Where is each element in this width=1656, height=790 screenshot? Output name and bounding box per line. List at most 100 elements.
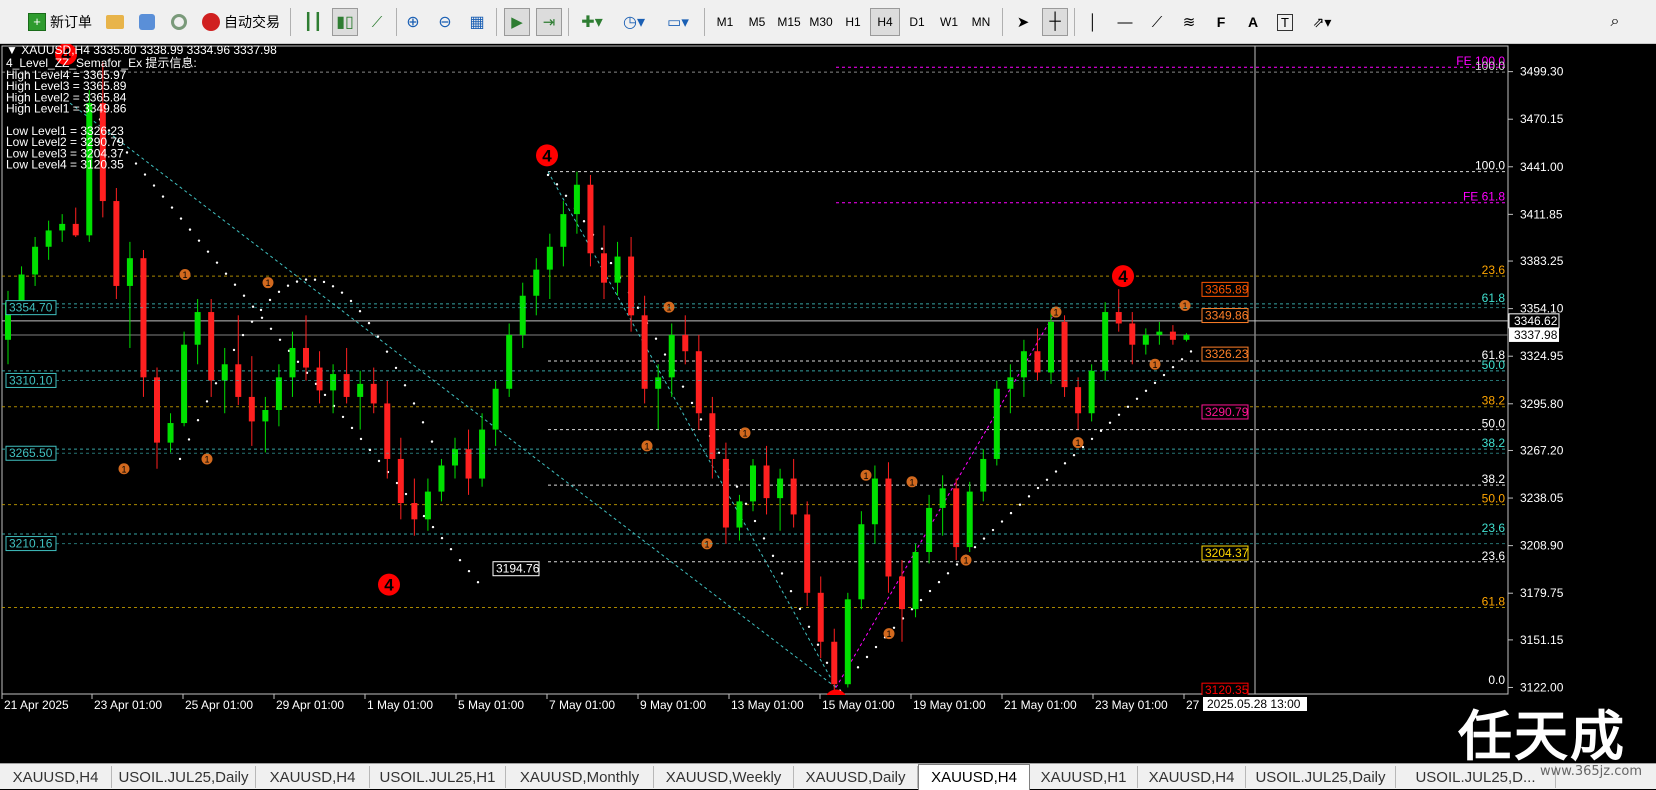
zoom-out-button[interactable]: ⊖ [432, 8, 458, 36]
auto-scroll-button[interactable]: ▶ [504, 8, 530, 36]
trail-dot [1063, 462, 1067, 465]
price-chart[interactable]: 1111111111111111444443499.303470.153441.… [0, 44, 1656, 763]
timeframe-d1[interactable]: D1 [902, 8, 932, 36]
candle-body [181, 344, 188, 424]
candle-body [899, 576, 905, 610]
trail-dot [874, 645, 878, 649]
channel-button[interactable]: ≋ [1176, 8, 1202, 36]
semafor-level1-label: 1 [1152, 360, 1157, 370]
fibonacci-button[interactable]: F [1208, 8, 1234, 36]
trail-dot [467, 569, 471, 573]
tab-5[interactable]: XAUUSD,Weekly [654, 766, 794, 788]
indicator-line: Low Level4 = 3120.35 [6, 158, 124, 172]
trail-dot [1027, 495, 1031, 498]
candle-body [763, 465, 770, 499]
horizontal-line-button[interactable]: — [1112, 8, 1138, 36]
trail-dot [196, 419, 200, 422]
timeframe-w1[interactable]: W1 [934, 8, 964, 36]
main-toolbar: + 新订单 自动交易 ┃┃ ▮▯ ⟋ ⊕ ⊖ ▦ ▶ ⇥ ✚▾ ◷▾ ▭▾ ➤ … [0, 0, 1656, 44]
periods-button[interactable]: ◷▾ [616, 8, 652, 36]
trail-dot [919, 598, 923, 602]
time-tick-label: 27 [1186, 698, 1200, 712]
indicator-line: High Level1 = 3349.86 [6, 102, 127, 116]
candle-body [384, 403, 391, 459]
candle-body [126, 258, 133, 286]
trail-dot [1117, 413, 1121, 416]
price-tick-label: 3295.80 [1520, 397, 1564, 411]
timeframe-m15[interactable]: M15 [774, 8, 804, 36]
tab-3[interactable]: USOIL.JUL25,H1 [370, 766, 506, 788]
price-tick-label: 3470.15 [1520, 112, 1564, 126]
chart-shift-button[interactable]: ⇥ [536, 8, 562, 36]
candlestick-button[interactable]: ▮▯ [332, 8, 358, 36]
zoom-in-button[interactable]: ⊕ [400, 8, 426, 36]
auto-trading-button[interactable]: 自动交易 [198, 8, 284, 36]
text-label-button[interactable]: T [1272, 8, 1298, 36]
trail-dot [304, 278, 308, 281]
market-watch-button[interactable] [134, 8, 160, 36]
candle-body [682, 334, 689, 352]
timeframe-mn[interactable]: MN [966, 8, 996, 36]
tab-10[interactable]: USOIL.JUL25,Daily [1246, 766, 1396, 788]
trail-dot [412, 402, 416, 405]
trendline-button[interactable]: ⟋ [1144, 8, 1170, 36]
candle-body [926, 507, 933, 552]
tile-windows-button[interactable]: ▦ [464, 8, 490, 36]
trail-dot [744, 502, 748, 506]
new-order-button[interactable]: + 新订单 [24, 8, 96, 36]
search-button[interactable]: ⌕ [1602, 8, 1628, 36]
vertical-line-button[interactable]: │ [1080, 8, 1106, 36]
price-tick-label: 3441.00 [1520, 160, 1564, 174]
timeframe-m30[interactable]: M30 [806, 8, 836, 36]
templates-button[interactable]: ▭▾ [658, 8, 698, 36]
history-button[interactable] [102, 8, 128, 36]
tab-6[interactable]: XAUUSD,Daily [794, 766, 918, 788]
tab-1[interactable]: USOIL.JUL25,Daily [112, 766, 256, 788]
line-chart-button[interactable]: ⟋ [364, 8, 390, 36]
candle-body [1007, 377, 1014, 389]
candle-body [628, 256, 635, 316]
candle-body [1075, 387, 1082, 414]
price-tick-label: 3383.25 [1520, 254, 1564, 268]
candle-body [519, 295, 526, 335]
signals-button[interactable] [166, 8, 192, 36]
crosshair-button[interactable]: ┼ [1042, 8, 1068, 36]
candle-body [316, 367, 323, 391]
signal-icon [171, 14, 187, 30]
fib-label: 23.6 [1482, 521, 1506, 535]
trail-dot [654, 337, 658, 340]
chart-window[interactable]: 1111111111111111444443499.303470.153441.… [0, 44, 1656, 763]
timeframe-h4[interactable]: H4 [870, 8, 900, 36]
text-button[interactable]: A [1240, 8, 1266, 36]
timeframe-h1[interactable]: H1 [838, 8, 868, 36]
tab-0[interactable]: XAUUSD,H4 [0, 766, 112, 788]
bar-chart-button[interactable]: ┃┃ [300, 8, 326, 36]
timeframe-m5[interactable]: M5 [742, 8, 772, 36]
trail-dot [188, 228, 192, 231]
tab-2[interactable]: XAUUSD,H4 [256, 766, 370, 788]
time-tick-label: 29 Apr 01:00 [276, 698, 344, 712]
new-order-icon: + [28, 13, 46, 31]
trail-dot [187, 438, 191, 441]
cursor-button[interactable]: ➤ [1010, 8, 1036, 36]
separator [496, 8, 497, 36]
trail-dot [232, 348, 236, 352]
level-box-label: 3365.89 [1205, 282, 1249, 296]
indicators-button[interactable]: ✚▾ [574, 8, 610, 36]
trail-dot [1018, 503, 1022, 506]
separator [704, 8, 705, 36]
candle-body [479, 429, 486, 479]
candle-body [831, 641, 838, 685]
arrows-button[interactable]: ⇗▾ [1304, 8, 1340, 36]
fib-label: 23.6 [1482, 549, 1506, 563]
trail-dot [856, 666, 860, 669]
level-box-label: 3326.23 [1205, 347, 1249, 361]
trail-dot [937, 580, 941, 584]
candle-body [641, 315, 648, 389]
tab-9[interactable]: XAUUSD,H4 [1138, 766, 1246, 788]
tab-7[interactable]: XAUUSD,H4 [918, 764, 1030, 790]
tab-8[interactable]: XAUUSD,H1 [1030, 766, 1138, 788]
search-icon: ⌕ [1610, 13, 1620, 30]
timeframe-m1[interactable]: M1 [710, 8, 740, 36]
tab-4[interactable]: XAUUSD,Monthly [506, 766, 654, 788]
